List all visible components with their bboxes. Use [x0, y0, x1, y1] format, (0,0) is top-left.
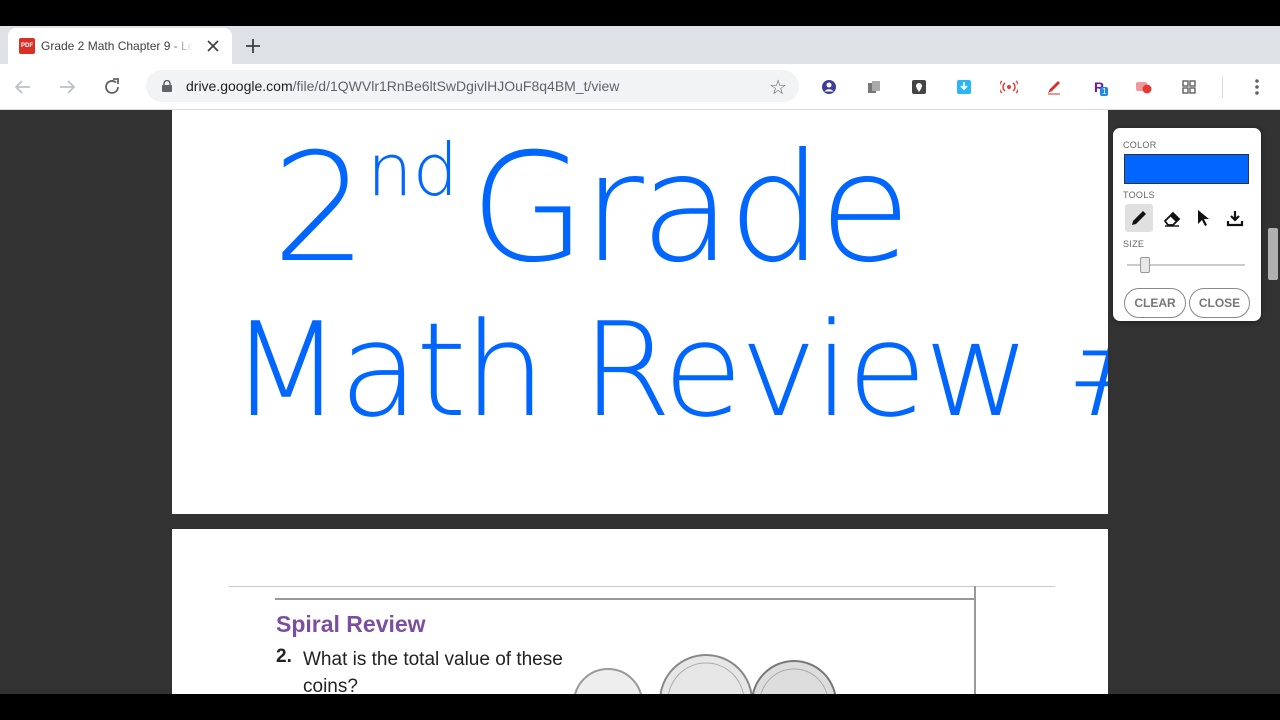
color-swatch[interactable]: [1124, 154, 1249, 184]
tools-label: TOOLS: [1123, 190, 1155, 200]
close-button[interactable]: CLOSE: [1189, 288, 1250, 318]
section-rule: [275, 598, 975, 600]
new-tab-button[interactable]: [240, 33, 266, 59]
question-number: 2.: [276, 646, 292, 667]
screen: PDF Grade 2 Math Chapter 9 - Lesson driv…: [0, 0, 1280, 720]
location-extension-icon[interactable]: [910, 78, 928, 96]
back-button[interactable]: [10, 74, 36, 100]
toolbar-divider: [1222, 76, 1223, 98]
download-extension-icon[interactable]: [955, 78, 973, 96]
size-label: SIZE: [1123, 239, 1145, 249]
address-bar[interactable]: drive.google.com/file/d/1QWVlr1RnBe6ltSw…: [146, 70, 799, 102]
r-extension-icon[interactable]: R 1: [1090, 78, 1109, 96]
handwriting-grade: Grade: [470, 122, 907, 296]
tab-strip: PDF Grade 2 Math Chapter 9 - Lesson: [0, 26, 1280, 64]
browser-menu-icon[interactable]: [1250, 76, 1264, 98]
color-label: COLOR: [1123, 140, 1157, 150]
spiral-review-heading: Spiral Review: [276, 611, 426, 637]
size-slider-thumb[interactable]: [1139, 257, 1150, 273]
tab-title: Grade 2 Math Chapter 9 - Lesson: [41, 39, 193, 53]
forward-button[interactable]: [54, 74, 80, 100]
url-path: /file/d/1QWVlr1RnBe6ltSwDgivlHJOuF8q4BM_…: [292, 78, 620, 94]
pdf-icon: PDF: [19, 38, 35, 54]
eraser-icon[interactable]: [1158, 204, 1186, 232]
browser-toolbar: drive.google.com/file/d/1QWVlr1RnBe6ltSw…: [0, 64, 1280, 110]
download-icon[interactable]: [1221, 204, 1249, 232]
handwriting-2: 2: [272, 122, 367, 296]
column-rule: [974, 586, 976, 694]
copy-extension-icon[interactable]: [865, 78, 883, 96]
handwriting-nd: nd: [367, 128, 458, 212]
url-host: drive.google.com: [186, 78, 293, 94]
profile-extension-icon[interactable]: [820, 78, 838, 96]
clear-button[interactable]: CLEAR: [1124, 288, 1186, 318]
coins-image: [574, 654, 837, 694]
question-text: What is the total value of these coins?: [303, 649, 563, 694]
handwritten-title: 2 nd Grade Math Review #1: [230, 122, 1254, 446]
page-rule: [229, 586, 1055, 587]
lock-icon: [162, 80, 172, 92]
pdf-page-1: 2 nd Grade Math Review #1: [172, 110, 1254, 514]
extension-badge: 1: [1100, 87, 1109, 96]
reload-button[interactable]: [99, 74, 125, 100]
bookmark-star-icon[interactable]: ☆: [769, 75, 787, 100]
pdf-viewer[interactable]: 2 nd Grade Math Review #1 Spiral Review …: [0, 110, 1280, 694]
annotate-pen-extension-icon[interactable]: [1045, 78, 1063, 96]
viewer-scrollbar[interactable]: [1268, 228, 1278, 280]
browser-tab[interactable]: PDF Grade 2 Math Chapter 9 - Lesson: [8, 28, 232, 64]
letterbox-bottom: [0, 694, 1280, 720]
grid-extension-icon[interactable]: [1180, 78, 1198, 96]
letterbox-top: [0, 0, 1280, 26]
broadcast-extension-icon[interactable]: [1000, 78, 1018, 96]
url-text: drive.google.com/file/d/1QWVlr1RnBe6ltSw…: [186, 78, 619, 94]
pencil-icon[interactable]: [1125, 204, 1153, 232]
annotation-tool-panel: COLOR TOOLS SIZE CLEAR CLOSE: [1113, 128, 1261, 321]
close-tab-icon[interactable]: [204, 37, 222, 55]
record-extension-icon[interactable]: [1135, 78, 1153, 96]
handwriting-math-review: Math Review #1: [230, 294, 1108, 446]
pdf-page-2: Spiral Review 2. What is the total value…: [172, 529, 1108, 694]
cursor-icon[interactable]: [1189, 204, 1217, 232]
